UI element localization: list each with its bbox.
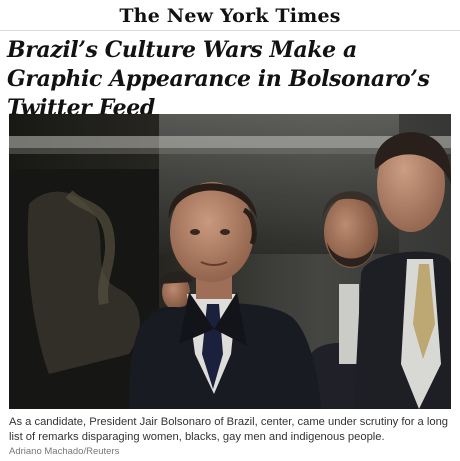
photo-caption: As a candidate, President Jair Bolsonaro…: [9, 416, 449, 443]
article-photo[interactable]: [9, 114, 451, 409]
masthead-divider: [0, 30, 460, 31]
masthead-logo[interactable]: The New York Times: [0, 4, 460, 28]
article-headline[interactable]: Brazil’s Culture Wars Make a Graphic App…: [7, 36, 455, 123]
photo-illustration: [9, 114, 451, 409]
article-page: The New York Times Brazil’s Culture Wars…: [0, 0, 460, 461]
photo-credit: Adriano Machado/Reuters: [9, 446, 120, 457]
